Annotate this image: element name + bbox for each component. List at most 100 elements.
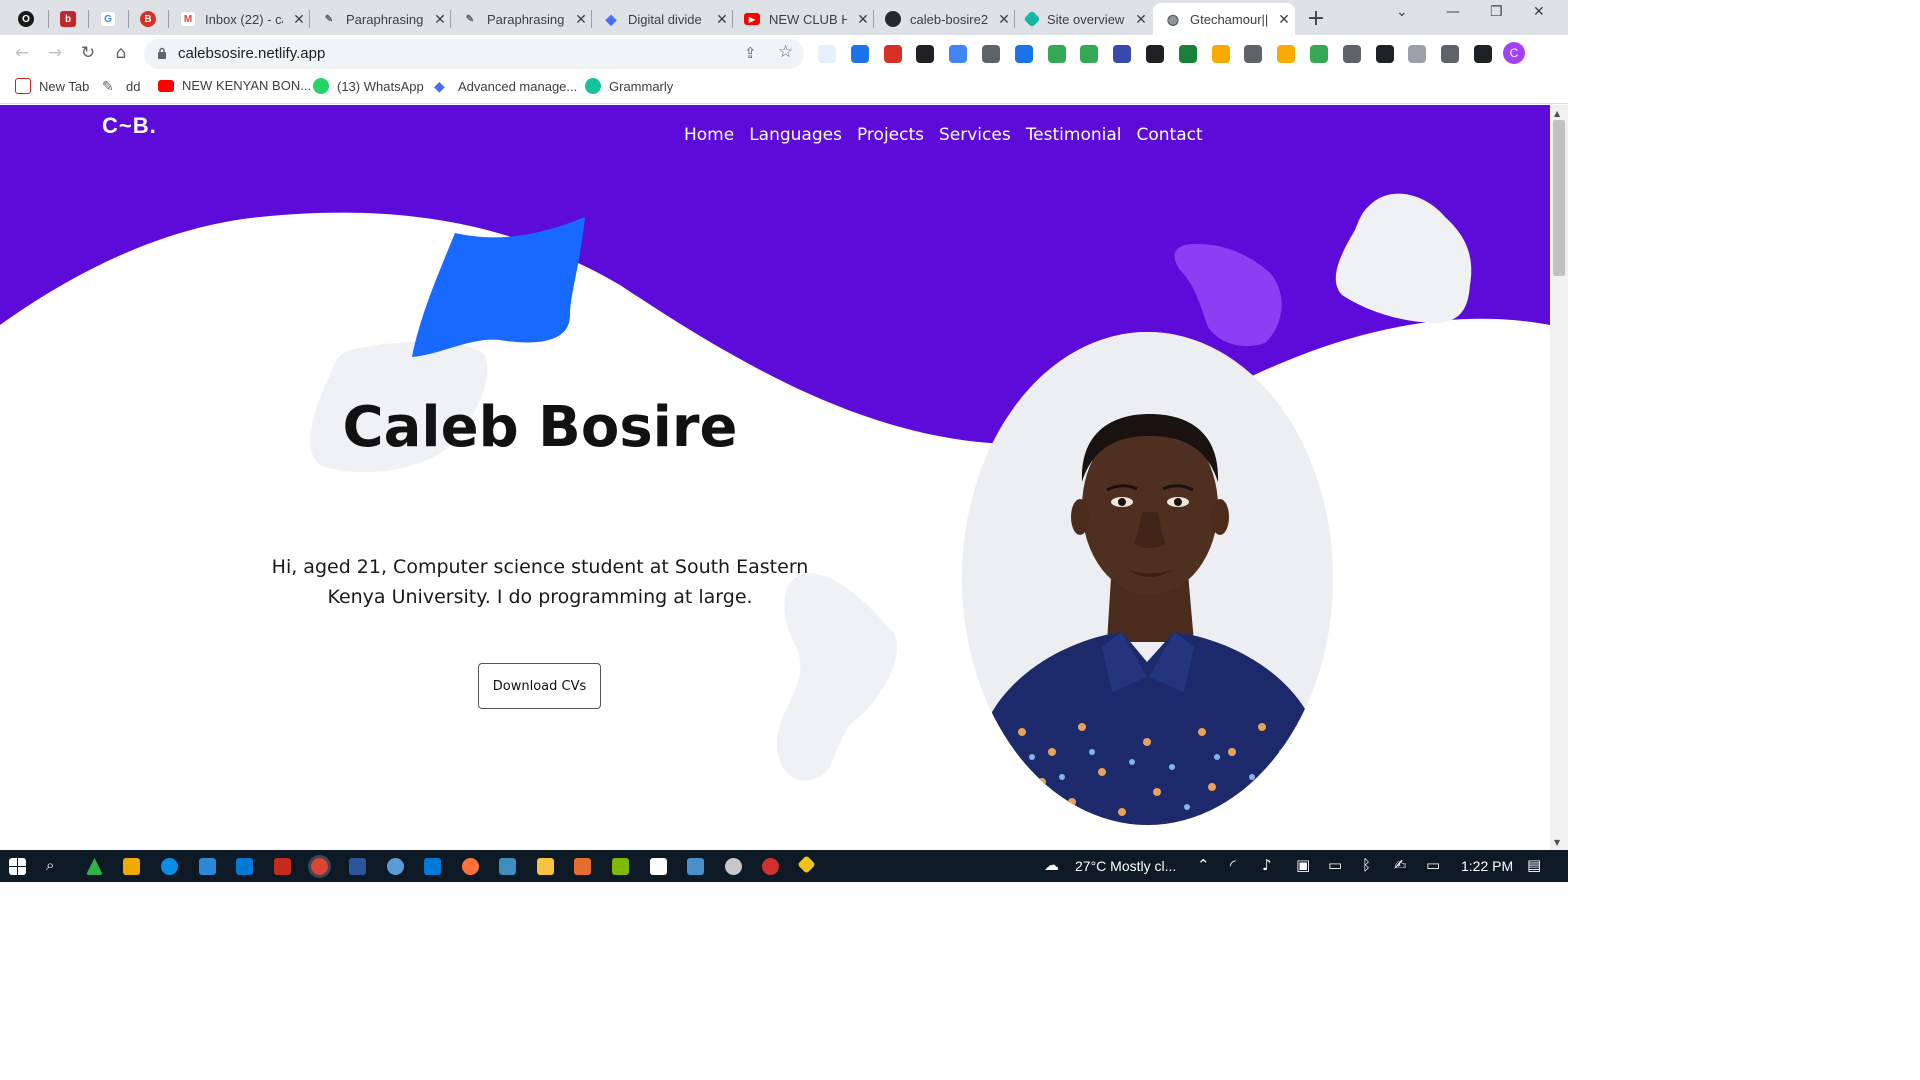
media-app-icon[interactable] xyxy=(274,858,291,875)
tab-pinned-4[interactable]: B xyxy=(128,3,166,35)
battery-icon[interactable]: ▭ xyxy=(1328,856,1342,874)
close-tab-icon[interactable]: ✕ xyxy=(714,11,730,28)
nav-home[interactable]: Home xyxy=(684,125,734,145)
edge-icon[interactable] xyxy=(161,858,178,875)
notepad-icon[interactable] xyxy=(650,858,667,875)
extension-icon[interactable] xyxy=(818,45,836,63)
tab-active-gtechamour[interactable]: ◍ Gtechamour|| ✕ xyxy=(1153,3,1295,35)
bookmark-dd[interactable]: ✎ dd xyxy=(102,78,140,94)
close-tab-icon[interactable]: ✕ xyxy=(432,11,448,28)
chrome-icon[interactable] xyxy=(311,858,328,875)
extension-icon[interactable] xyxy=(1146,45,1164,63)
close-tab-icon[interactable]: ✕ xyxy=(291,11,307,28)
tab-gmail[interactable]: M Inbox (22) - ca ✕ xyxy=(168,3,308,35)
weather-text[interactable]: 27°C Mostly cl... xyxy=(1075,858,1176,874)
bookmark-kenyan-bongo[interactable]: NEW KENYAN BON... xyxy=(158,78,311,93)
bookmark-whatsapp[interactable]: (13) WhatsApp xyxy=(313,78,424,94)
site-logo[interactable]: C~B. xyxy=(102,113,157,139)
extension-icon[interactable] xyxy=(1277,45,1296,63)
keyboard-icon[interactable]: ▭ xyxy=(1426,856,1440,874)
close-tab-icon[interactable]: ✕ xyxy=(1133,11,1149,28)
share-icon[interactable]: ⇪ xyxy=(744,44,757,62)
scroll-up-arrow-icon[interactable]: ▲ xyxy=(1554,109,1560,118)
tab-paraphrasing-2[interactable]: ✎ Paraphrasing ✕ xyxy=(450,3,590,35)
app-triangle-icon[interactable] xyxy=(86,858,103,875)
screen-app-icon[interactable] xyxy=(687,858,704,875)
grid-app-icon[interactable] xyxy=(612,858,629,875)
game-app-icon[interactable] xyxy=(762,858,779,875)
weather-cloud-icon[interactable]: ☁ xyxy=(1044,856,1059,874)
minimize-button[interactable]: — xyxy=(1446,4,1460,20)
paint-icon[interactable] xyxy=(725,858,742,875)
profile-avatar[interactable]: C xyxy=(1503,42,1525,64)
page-scrollbar[interactable]: ▲ ▼ xyxy=(1550,105,1568,850)
notifications-icon[interactable]: ▤ xyxy=(1527,856,1541,874)
clock-time[interactable]: 1:22 PM xyxy=(1461,858,1513,874)
tab-digital-divide[interactable]: ◆ Digital divide ✕ xyxy=(591,3,731,35)
nav-services[interactable]: Services xyxy=(939,125,1011,145)
tab-github[interactable]: caleb-bosire2( ✕ xyxy=(873,3,1013,35)
bluetooth-icon[interactable]: ᛒ xyxy=(1362,856,1371,874)
download-cv-button[interactable]: Download CVs xyxy=(478,663,601,709)
bookmark-star-icon[interactable]: ☆ xyxy=(778,42,793,62)
extension-icon[interactable] xyxy=(1310,45,1328,63)
tab-pinned-1[interactable]: O xyxy=(6,3,46,35)
extension-icon[interactable] xyxy=(1211,45,1230,63)
tab-pinned-3[interactable]: G xyxy=(88,3,126,35)
close-tab-icon[interactable]: ✕ xyxy=(573,11,589,28)
pen-icon[interactable]: ✍ xyxy=(1394,856,1407,874)
firefox-icon[interactable] xyxy=(462,858,479,875)
mail-icon[interactable] xyxy=(236,858,253,875)
extension-icon[interactable] xyxy=(1441,45,1460,63)
extension-icon[interactable] xyxy=(1408,45,1427,63)
windows-start-icon[interactable] xyxy=(9,858,26,875)
back-icon[interactable]: ← xyxy=(11,43,33,63)
bookmark-grammarly[interactable]: Grammarly xyxy=(585,78,673,94)
extension-icon[interactable] xyxy=(916,45,935,63)
app-round-icon[interactable] xyxy=(387,858,404,875)
search-icon[interactable]: ⌕ xyxy=(46,856,54,874)
close-tab-icon[interactable]: ✕ xyxy=(996,11,1012,28)
tab-paraphrasing-1[interactable]: ✎ Paraphrasing ✕ xyxy=(309,3,449,35)
extension-icon[interactable] xyxy=(1047,45,1066,63)
forward-icon[interactable]: → xyxy=(44,43,66,63)
tab-youtube[interactable]: ▶ NEW CLUB HI ✕ xyxy=(732,3,872,35)
new-tab-button[interactable]: + xyxy=(1305,6,1327,31)
nav-languages[interactable]: Languages xyxy=(749,125,842,145)
meet-icon[interactable]: ▣ xyxy=(1296,856,1310,874)
extension-icon[interactable] xyxy=(1080,45,1099,63)
git-icon[interactable] xyxy=(797,855,816,874)
extension-icon[interactable] xyxy=(883,45,902,63)
home-icon[interactable]: ⌂ xyxy=(110,43,132,63)
folder-icon[interactable] xyxy=(537,858,554,875)
store-icon[interactable] xyxy=(123,858,140,875)
bookmark-new-tab[interactable]: New Tab xyxy=(15,78,89,94)
extension-icon[interactable] xyxy=(1342,45,1361,63)
reload-icon[interactable]: ↻ xyxy=(77,43,99,63)
vscode-icon[interactable] xyxy=(424,858,441,875)
nav-projects[interactable]: Projects xyxy=(857,125,924,145)
extension-icon[interactable] xyxy=(949,45,968,63)
nav-testimonial[interactable]: Testimonial xyxy=(1026,125,1122,145)
extension-icon[interactable] xyxy=(1113,45,1132,63)
extension-icon[interactable] xyxy=(1474,45,1492,63)
tab-pinned-2[interactable]: b xyxy=(48,3,86,35)
chevron-up-icon[interactable]: ⌃ xyxy=(1197,856,1210,874)
extension-icon[interactable] xyxy=(982,45,1000,63)
nav-contact[interactable]: Contact xyxy=(1137,125,1203,145)
volume-icon[interactable]: ♪ xyxy=(1262,856,1272,874)
extension-icon[interactable] xyxy=(1014,45,1033,63)
address-bar[interactable]: calebsosire.netlify.app ⇪ ☆ xyxy=(144,39,804,69)
extension-icon[interactable] xyxy=(1375,45,1394,63)
extension-icon[interactable] xyxy=(1244,45,1263,63)
word-icon[interactable] xyxy=(349,858,366,875)
scrollbar-thumb[interactable] xyxy=(1553,120,1565,276)
tab-search-icon[interactable]: ⌄ xyxy=(1396,4,1408,20)
xampp-icon[interactable] xyxy=(574,858,591,875)
restore-button[interactable]: ❐ xyxy=(1490,4,1503,20)
extension-icon[interactable] xyxy=(1178,45,1197,63)
window-app-icon[interactable] xyxy=(499,858,516,875)
extension-icon[interactable] xyxy=(850,45,869,63)
close-tab-icon[interactable]: ✕ xyxy=(855,11,871,28)
explorer-window-icon[interactable] xyxy=(199,858,216,875)
